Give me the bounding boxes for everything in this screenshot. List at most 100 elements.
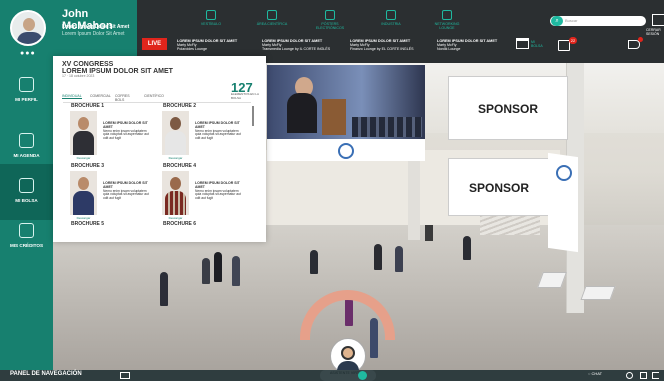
brochure-title: BROCHURE 2 bbox=[163, 103, 197, 109]
nav-label: INDUSTRIA bbox=[381, 22, 401, 26]
brochure-body: Nemo enim ipsam voluptatem quia voluptas… bbox=[103, 188, 149, 201]
nav-posters[interactable]: PÓSTERS ELECTRÓNICOS bbox=[311, 10, 349, 30]
attendee bbox=[310, 250, 318, 274]
info-kiosk[interactable] bbox=[580, 286, 616, 300]
event-item[interactable]: LOREM IPSUM DOLOR SIT AMET Marty McFly Tra… bbox=[262, 39, 342, 52]
avatar-body bbox=[17, 32, 43, 44]
window-icon[interactable] bbox=[120, 372, 130, 379]
panel-scrollbar[interactable] bbox=[252, 106, 254, 126]
user-subtitle: Lorem Ipsum Dolor Sit Amet bbox=[62, 24, 130, 30]
avatar[interactable] bbox=[10, 10, 46, 46]
brochure-text: LOREM IPSUM DOLOR SIT AMET Nemo enim ipsa… bbox=[195, 121, 241, 141]
chat-label: CHAT bbox=[591, 371, 603, 376]
event-item[interactable]: LOREM IPSUM DOLOR SIT AMET Marty McFly Fin… bbox=[350, 39, 430, 52]
face bbox=[170, 177, 181, 190]
brochure-body: Nemo enim ipsam voluptatem quia voluptas… bbox=[195, 188, 241, 201]
face bbox=[78, 117, 89, 130]
event-item[interactable]: LOREM IPSUM DOLOR SIT AMET Marty McFly Pol… bbox=[177, 39, 257, 52]
exit-icon[interactable] bbox=[652, 14, 664, 26]
brochure-body: Nemo enim ipsam voluptatem quia voluptas… bbox=[195, 128, 241, 141]
nav-industria[interactable]: INDUSTRIA bbox=[372, 10, 410, 26]
bag-icon[interactable] bbox=[558, 40, 570, 51]
nav-networking[interactable]: NETWORKING LOUNGE bbox=[428, 10, 466, 30]
handshake-icon bbox=[442, 10, 452, 20]
chat-button[interactable]: ◌ CHAT bbox=[588, 371, 602, 376]
fullscreen-icon[interactable] bbox=[640, 372, 647, 379]
tab-comercial[interactable]: COMERCIAL bbox=[90, 94, 111, 98]
brochure-card[interactable]: BROCHURE 3 LOREM IPSUM DOLOR SIT AMET Nem… bbox=[63, 163, 151, 221]
assistant-headset-icon bbox=[341, 346, 355, 360]
nav-label: VESTÍBULO bbox=[200, 22, 222, 26]
nav-label: ÁREA CIENTÍFICA bbox=[256, 22, 288, 26]
avatar-face bbox=[23, 18, 35, 31]
assistant-play-icon[interactable] bbox=[358, 371, 367, 380]
brochure-title: BROCHURE 6 bbox=[163, 221, 197, 227]
settings-icon[interactable] bbox=[626, 372, 633, 379]
event-room: Transmedia Lounge by IL CORTE INGLÉS bbox=[262, 47, 331, 52]
congress-logo-badge bbox=[556, 165, 572, 181]
download-link[interactable]: Descargar bbox=[162, 156, 189, 160]
info-kiosk[interactable] bbox=[425, 225, 433, 241]
tab-cientifico[interactable]: CIENTÍFICO bbox=[144, 94, 164, 98]
brochure-card[interactable]: BROCHURE 1 LOREM IPSUM DOLOR SIT AMET Nem… bbox=[63, 103, 151, 161]
brochure-card[interactable]: BROCHURE 2 LOREM IPSUM DOLOR SIT AMET Nem… bbox=[155, 103, 243, 161]
stage-video-screen[interactable] bbox=[267, 65, 425, 139]
notification-dot bbox=[638, 37, 643, 42]
bank-icon[interactable] bbox=[516, 38, 529, 49]
exit-icon[interactable] bbox=[652, 372, 659, 379]
tab-individual[interactable]: INDIVIDUAL bbox=[62, 94, 82, 99]
sponsor-banner[interactable]: SPONSOR bbox=[448, 158, 550, 216]
chat-icon: ◌ bbox=[588, 371, 591, 376]
nav-area-cientifica[interactable]: ÁREA CIENTÍFICA bbox=[253, 10, 291, 26]
search-input[interactable]: Buscar bbox=[565, 18, 577, 23]
user-icon bbox=[19, 77, 34, 92]
profile-card[interactable]: ●●● John McMahon Lorem Ipsum Dolor Sit A… bbox=[0, 0, 137, 63]
sidebar-label: MIS CRÉDITOS bbox=[9, 243, 44, 248]
attendee bbox=[160, 272, 168, 306]
download-link[interactable]: Descargar bbox=[70, 156, 97, 160]
virtual-assistant-avatar[interactable] bbox=[330, 338, 366, 374]
logout-label[interactable]: CERRAR SESIÓN bbox=[646, 28, 664, 36]
attendee bbox=[214, 252, 222, 282]
mi-bolsa-label[interactable]: MI BOLSA bbox=[531, 40, 547, 48]
brochure-card[interactable]: BROCHURE 6 bbox=[155, 221, 243, 230]
download-link[interactable]: Descargar bbox=[162, 216, 189, 220]
brochure-text: LOREM IPSUM DOLOR SIT AMET Nemo enim ipsa… bbox=[103, 121, 149, 141]
sidebar-item-mis-creditos[interactable]: MIS CRÉDITOS bbox=[0, 209, 53, 265]
sidebar-label: MI PERFIL bbox=[15, 97, 38, 102]
brochure-title: BROCHURE 4 bbox=[163, 163, 197, 169]
poster-icon bbox=[325, 10, 335, 20]
bottom-bar: PANEL DE NAVEGACIÓN ◌ CHAT bbox=[0, 370, 664, 381]
more-dots-icon[interactable]: ●●● bbox=[20, 50, 36, 57]
nav-label: PÓSTERS ELECTRÓNICOS bbox=[315, 22, 345, 30]
face bbox=[78, 177, 89, 190]
bag-count-badge: 22 bbox=[569, 37, 577, 44]
sidebar-label: MI BOLSA bbox=[15, 198, 38, 203]
sidebar-label: MI AGENDA bbox=[13, 153, 40, 158]
attendee bbox=[395, 246, 403, 272]
sponsor-banner[interactable]: SPONSOR bbox=[448, 76, 568, 140]
attendee bbox=[202, 258, 210, 284]
search-icon[interactable]: ⌕ bbox=[551, 16, 563, 26]
brochure-card[interactable]: BROCHURE 5 bbox=[63, 221, 151, 230]
navigation-panel-label[interactable]: PANEL DE NAVEGACIÓN bbox=[10, 371, 82, 377]
sidebar-item-mi-perfil[interactable]: MI PERFIL bbox=[0, 63, 53, 119]
tab-cofres[interactable]: COFRES BOLS bbox=[115, 94, 130, 102]
live-badge[interactable]: LIVE bbox=[142, 38, 167, 50]
top-bar: ●●● John McMahon Lorem Ipsum Dolor Sit A… bbox=[0, 0, 664, 63]
audience bbox=[352, 117, 422, 137]
brochure-photo bbox=[162, 111, 189, 155]
body bbox=[73, 131, 94, 155]
event-item[interactable]: LOREM IPSUM DOLOR SIT AMET Marty McFly Nor… bbox=[437, 39, 517, 52]
event-room: Polaroides Lounge bbox=[177, 47, 207, 52]
search-bar[interactable]: ⌕ Buscar bbox=[550, 16, 646, 26]
medal-icon bbox=[19, 223, 34, 238]
attendee bbox=[463, 236, 471, 260]
face bbox=[170, 117, 181, 130]
download-link[interactable]: Descargar bbox=[70, 216, 97, 220]
panel-date: 17 · 18 octubre 2023 bbox=[62, 74, 95, 78]
lightbulb-icon bbox=[267, 10, 277, 20]
brochure-card[interactable]: BROCHURE 4 LOREM IPSUM DOLOR SIT AMET Nem… bbox=[155, 163, 243, 221]
nav-vestibulo[interactable]: VESTÍBULO bbox=[192, 10, 230, 26]
panel-congress: XV CONGRESS bbox=[62, 61, 114, 68]
